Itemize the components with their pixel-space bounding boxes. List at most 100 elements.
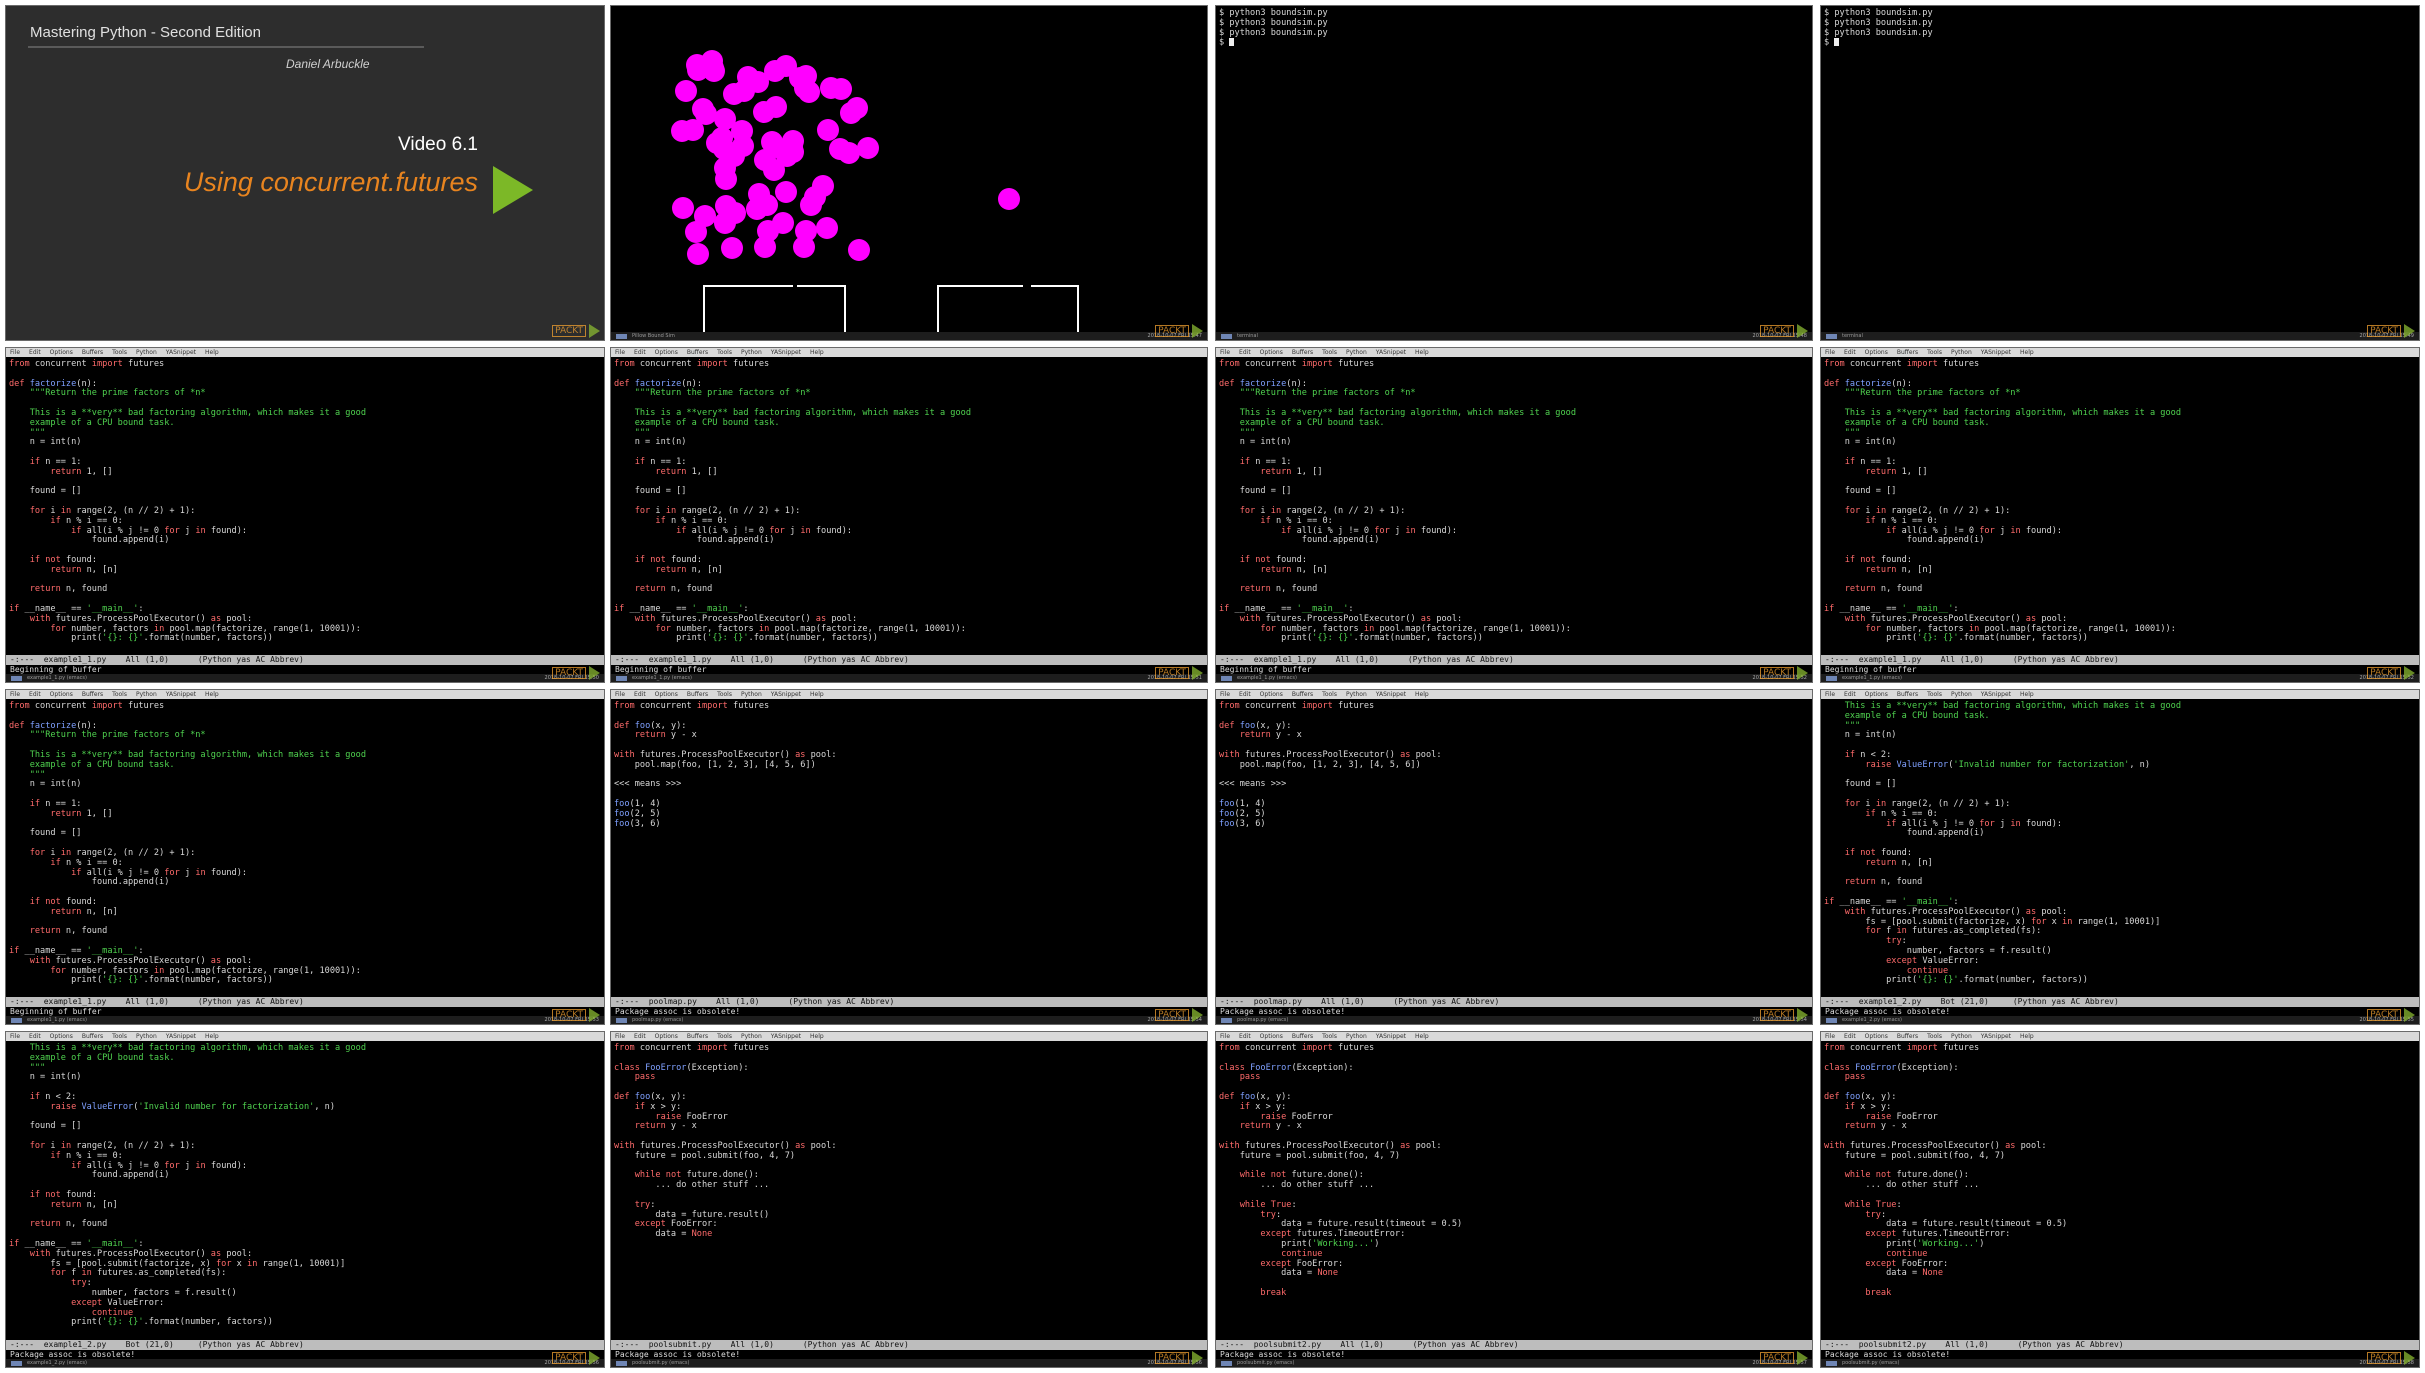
menu-item[interactable]: File [615,1032,625,1041]
play-icon[interactable] [493,166,533,214]
taskbar-window-label[interactable]: Pillow Bound Sim [632,332,692,340]
menu-item[interactable]: Buffers [1897,1032,1918,1041]
menu-item[interactable]: Tools [1927,348,1942,357]
menu-item[interactable]: File [1220,348,1230,357]
taskbar-window-label[interactable]: poolmap.py (emacs) [632,1016,692,1024]
app-menu-icon[interactable] [616,333,627,339]
menu-item[interactable]: File [1825,1032,1835,1041]
menu-item[interactable]: Options [655,1032,678,1041]
menu-item[interactable]: YASnippet [771,1032,801,1041]
menu-item[interactable]: Python [136,348,157,357]
menu-item[interactable]: Buffers [1897,690,1918,699]
taskbar-window-label[interactable]: example1_2.py (emacs) [1842,1016,1902,1024]
menu-item[interactable]: Edit [1239,690,1251,699]
code-editor[interactable]: from concurrent import futures def factor… [611,357,1207,647]
menu-item[interactable]: File [615,348,625,357]
menu-item[interactable]: File [10,690,20,699]
menu-item[interactable]: Edit [634,1032,646,1041]
menu-item[interactable]: Python [741,348,762,357]
code-editor[interactable]: from concurrent import futures def foo(x,… [1216,699,1812,832]
menu-item[interactable]: Options [50,690,73,699]
menu-item[interactable]: Help [810,1032,824,1041]
menu-item[interactable]: Options [50,1032,73,1041]
menu-item[interactable]: File [1220,1032,1230,1041]
menu-item[interactable]: Python [1951,1032,1972,1041]
menu-item[interactable]: Python [136,1032,157,1041]
menu-item[interactable]: Edit [1239,348,1251,357]
menu-item[interactable]: Tools [1322,348,1337,357]
app-menu-icon[interactable] [1221,675,1232,681]
menu-item[interactable]: Python [1951,348,1972,357]
menu-item[interactable]: Tools [1927,690,1942,699]
menu-item[interactable]: Tools [1322,690,1337,699]
taskbar-window-label[interactable]: example1_1.py (emacs) [632,674,692,682]
menu-item[interactable]: Python [1346,690,1367,699]
menu-item[interactable]: File [10,348,20,357]
code-editor[interactable]: from concurrent import futures class FooE… [1216,1041,1812,1302]
menu-item[interactable]: Edit [1844,690,1856,699]
menu-item[interactable]: Tools [717,1032,732,1041]
app-menu-icon[interactable] [616,1360,627,1366]
menu-item[interactable]: Python [741,690,762,699]
app-menu-icon[interactable] [616,675,627,681]
menu-item[interactable]: Options [50,348,73,357]
app-menu-icon[interactable] [616,1017,627,1023]
app-menu-icon[interactable] [1221,1017,1232,1023]
app-menu-icon[interactable] [11,1017,22,1023]
taskbar-window-label[interactable]: poolmap.py (emacs) [1237,1016,1297,1024]
menu-item[interactable]: Buffers [1292,690,1313,699]
menu-item[interactable]: YASnippet [1376,348,1406,357]
menu-item[interactable]: Edit [29,1032,41,1041]
menu-item[interactable]: Help [1415,348,1429,357]
menu-item[interactable]: Tools [112,1032,127,1041]
menu-item[interactable]: YASnippet [1981,1032,2011,1041]
taskbar-window-label[interactable]: example1_1.py (emacs) [27,674,87,682]
menu-item[interactable]: Help [1415,690,1429,699]
app-menu-icon[interactable] [11,675,22,681]
menu-item[interactable]: Tools [717,690,732,699]
menu-item[interactable]: YASnippet [1981,690,2011,699]
menu-item[interactable]: Tools [112,690,127,699]
menu-item[interactable]: Python [1346,348,1367,357]
app-menu-icon[interactable] [1826,675,1837,681]
menu-item[interactable]: Options [1865,1032,1888,1041]
menu-item[interactable]: Options [1260,1032,1283,1041]
menu-item[interactable]: YASnippet [1376,690,1406,699]
menu-item[interactable]: YASnippet [166,348,196,357]
app-menu-icon[interactable] [1221,1360,1232,1366]
code-editor[interactable]: from concurrent import futures def foo(x,… [611,699,1207,832]
code-editor[interactable]: from concurrent import futures def factor… [6,357,604,647]
menu-item[interactable]: Options [1865,348,1888,357]
menu-item[interactable]: Options [655,348,678,357]
taskbar-window-label[interactable]: terminal [1842,332,1902,340]
code-editor[interactable]: from concurrent import futures class FooE… [1821,1041,2419,1302]
taskbar-window-label[interactable]: example1_2.py (emacs) [27,1359,87,1367]
menu-item[interactable]: Python [1951,690,1972,699]
taskbar-window-label[interactable]: poolsubmit.py (emacs) [632,1359,692,1367]
code-editor[interactable]: from concurrent import futures def factor… [1216,357,1812,647]
menu-item[interactable]: Edit [634,690,646,699]
menu-item[interactable]: Options [1865,690,1888,699]
menu-item[interactable]: File [615,690,625,699]
menu-item[interactable]: Buffers [1292,348,1313,357]
menu-item[interactable]: Help [205,348,219,357]
menu-item[interactable]: Help [205,690,219,699]
app-menu-icon[interactable] [1221,333,1232,339]
menu-item[interactable]: YASnippet [771,690,801,699]
app-menu-icon[interactable] [1826,333,1837,339]
menu-item[interactable]: Edit [1239,1032,1251,1041]
menu-item[interactable]: Tools [1322,1032,1337,1041]
code-editor[interactable]: from concurrent import futures def factor… [6,699,604,989]
menu-item[interactable]: Edit [1844,348,1856,357]
menu-item[interactable]: YASnippet [1376,1032,1406,1041]
menu-item[interactable]: Options [1260,348,1283,357]
menu-item[interactable]: Tools [717,348,732,357]
menu-item[interactable]: Help [810,348,824,357]
app-menu-icon[interactable] [11,1360,22,1366]
menu-item[interactable]: YASnippet [1981,348,2011,357]
taskbar-window-label[interactable]: example1_1.py (emacs) [1842,674,1902,682]
menu-item[interactable]: Help [2020,1032,2034,1041]
menu-item[interactable]: Help [205,1032,219,1041]
menu-item[interactable]: Tools [1927,1032,1942,1041]
menu-item[interactable]: Help [2020,690,2034,699]
